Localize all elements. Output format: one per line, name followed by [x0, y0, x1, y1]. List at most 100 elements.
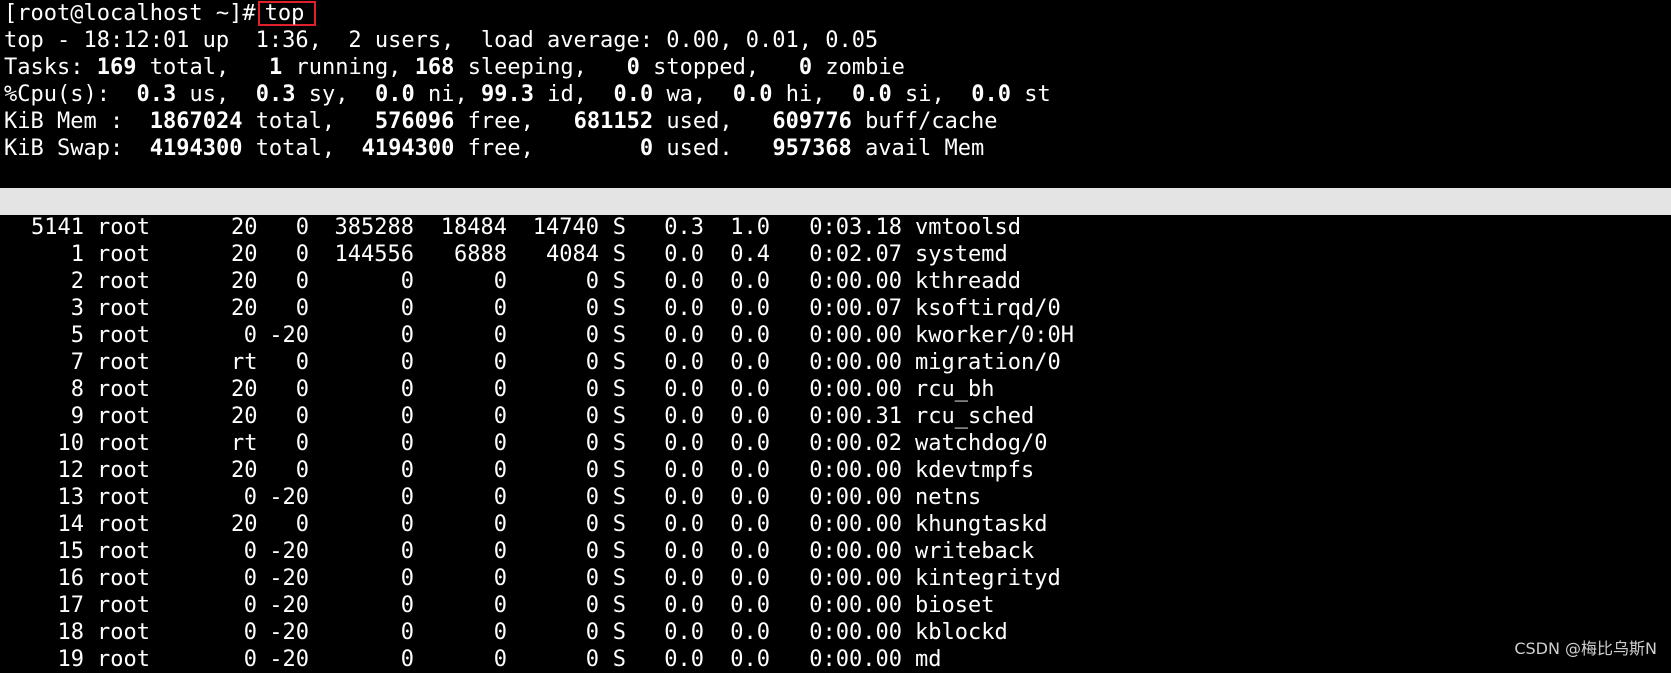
cell-virt: 0 — [400, 377, 414, 402]
cell-mem: 0.0 — [730, 539, 770, 564]
cell-shr: 0 — [585, 512, 599, 537]
cell-res: 0 — [493, 269, 507, 294]
table-row: 9 root 20 0 0 0 0 S 0.0 0.0 0:00.31 rcu_sched — [4, 403, 1074, 430]
cell-pid: 18 — [57, 620, 85, 645]
process-table-body: 5141 root 20 0 385288 18484 14740 S 0.3 1.0 0:03.1… — [4, 214, 1074, 673]
cell-res: 0 — [493, 620, 507, 645]
table-row: 2 root 20 0 0 0 0 S 0.0 0.0 0:00.00 kthreadd — [4, 268, 1074, 295]
cell-mem: 0.0 — [730, 566, 770, 591]
cell-time: 0:00.00 — [809, 539, 902, 564]
cell-pr: 20 — [231, 296, 258, 321]
table-row: 8 root 20 0 0 0 0 S 0.0 0.0 0:00.00 rcu_bh — [4, 376, 1074, 403]
cell-time: 0:00.00 — [809, 620, 902, 645]
cell-res: 18484 — [440, 215, 507, 240]
cell-time: 0:00.00 — [809, 269, 902, 294]
cell-state: S — [612, 296, 626, 321]
cell-virt: 144556 — [334, 242, 414, 267]
cell-mem: 0.0 — [730, 512, 770, 537]
cpu-line: %Cpu(s): 0.3 us, 0.3 sy, 0.0 ni, 99.3 id… — [4, 82, 1051, 107]
cell-pid: 5 — [70, 323, 84, 348]
cell-command: bioset — [915, 593, 995, 618]
process-table-header: PID USER PR NI VIRT RES SHR S %CPU %MEM TIME+ COMMA… — [0, 188, 1671, 241]
cell-ni: 0 — [295, 377, 309, 402]
table-row: 10 root rt 0 0 0 0 S 0.0 0.0 0:00.02 watchdog/0 — [4, 430, 1074, 457]
cell-cpu: 0.0 — [664, 350, 704, 375]
cell-shr: 0 — [585, 485, 599, 510]
cell-cpu: 0.0 — [664, 296, 704, 321]
cell-pr: 0 — [243, 323, 257, 348]
cell-time: 0:00.00 — [809, 350, 902, 375]
cell-pid: 12 — [57, 458, 85, 483]
cell-ni: 0 — [295, 296, 309, 321]
cell-pid: 17 — [57, 593, 85, 618]
cell-pr: 0 — [243, 620, 257, 645]
cell-cpu: 0.0 — [664, 566, 704, 591]
table-row: 12 root 20 0 0 0 0 S 0.0 0.0 0:00.00 kdevtmpfs — [4, 457, 1074, 484]
cell-pr: 20 — [231, 404, 258, 429]
cell-ni: -20 — [269, 566, 309, 591]
cell-command: kthreadd — [915, 269, 1021, 294]
cell-mem: 0.0 — [730, 377, 770, 402]
cell-command: migration/0 — [915, 350, 1061, 375]
uptime-line: top - 18:12:01 up 1:36, 2 users, load av… — [4, 28, 879, 53]
shell-prompt: [root@localhost ~]# — [4, 1, 256, 26]
table-row: 16 root 0 -20 0 0 0 S 0.0 0.0 0:00.00 kintegrityd — [4, 565, 1074, 592]
cell-user: root — [97, 539, 150, 564]
cell-res: 0 — [493, 431, 507, 456]
cell-time: 0:00.00 — [809, 485, 902, 510]
cell-shr: 0 — [585, 458, 599, 483]
cell-user: root — [97, 296, 150, 321]
cell-ni: -20 — [269, 485, 309, 510]
cell-user: root — [97, 566, 150, 591]
cell-ni: 0 — [295, 215, 309, 240]
cell-time: 0:00.00 — [809, 458, 902, 483]
terminal-window[interactable]: [root@localhost ~]# top top - 18:12:01 up… — [4, 0, 1671, 162]
table-row: 17 root 0 -20 0 0 0 S 0.0 0.0 0:00.00 bioset — [4, 592, 1074, 619]
cell-pr: 20 — [231, 242, 258, 267]
tasks-sleeping: 168 — [414, 55, 455, 80]
cell-pid: 7 — [70, 350, 84, 375]
cell-user: root — [97, 323, 150, 348]
cell-time: 0:00.00 — [809, 593, 902, 618]
cell-pr: 20 — [231, 269, 258, 294]
cell-user: root — [97, 350, 150, 375]
cell-res: 0 — [493, 377, 507, 402]
cell-mem: 0.0 — [730, 620, 770, 645]
cell-command: kblockd — [915, 620, 1008, 645]
table-row: 5141 root 20 0 385288 18484 14740 S 0.3 1.0 0:03.1… — [4, 214, 1074, 241]
cell-pr: 20 — [231, 215, 258, 240]
cell-mem: 0.0 — [730, 269, 770, 294]
cell-virt: 385288 — [334, 215, 414, 240]
cell-mem: 0.0 — [730, 350, 770, 375]
cell-res: 0 — [493, 458, 507, 483]
cell-user: root — [97, 242, 150, 267]
cell-pid: 14 — [57, 512, 85, 537]
cell-cpu: 0.0 — [664, 512, 704, 537]
cell-res: 6888 — [454, 242, 507, 267]
cell-state: S — [612, 566, 626, 591]
cell-user: root — [97, 269, 150, 294]
cell-cpu: 0.0 — [664, 458, 704, 483]
cell-shr: 4084 — [546, 242, 599, 267]
cell-user: root — [97, 404, 150, 429]
cell-pr: rt — [231, 431, 258, 456]
cell-state: S — [612, 377, 626, 402]
cell-state: S — [612, 323, 626, 348]
tasks-total: 169 — [96, 55, 137, 80]
cell-cpu: 0.0 — [664, 485, 704, 510]
cell-shr: 0 — [585, 620, 599, 645]
cell-shr: 0 — [585, 269, 599, 294]
cell-virt: 0 — [400, 566, 414, 591]
cell-command: writeback — [915, 539, 1035, 564]
tasks-stopped: 0 — [626, 55, 640, 80]
cell-user: root — [97, 431, 150, 456]
table-row: 3 root 20 0 0 0 0 S 0.0 0.0 0:00.07 ksoftirqd/0 — [4, 295, 1074, 322]
cell-pid: 1 — [70, 242, 84, 267]
cell-shr: 0 — [585, 350, 599, 375]
tasks-zombie: 0 — [798, 55, 813, 80]
cell-cpu: 0.3 — [664, 215, 704, 240]
cell-time: 0:00.00 — [809, 512, 902, 537]
cell-state: S — [612, 431, 626, 456]
cell-shr: 0 — [585, 377, 599, 402]
cell-time: 0:03.18 — [809, 215, 902, 240]
